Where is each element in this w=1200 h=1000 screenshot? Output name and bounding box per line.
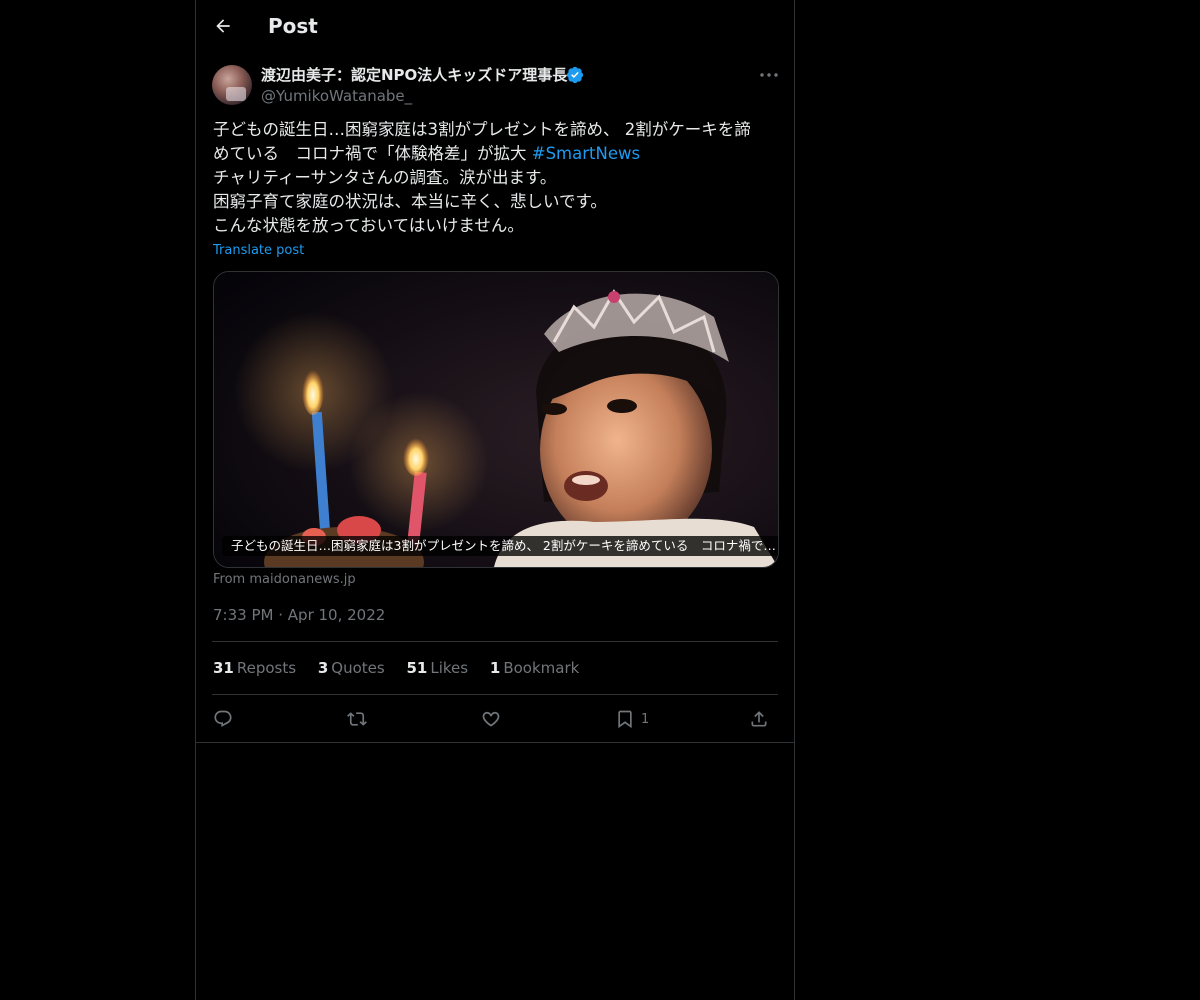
likes-count: 51 xyxy=(406,659,428,677)
quotes-label: Quotes xyxy=(331,659,385,677)
post-text-line: 子どもの誕生日…困窮家庭は3割がプレゼントを諦め、 2割がケーキを諦 xyxy=(213,120,751,139)
likes-label: Likes xyxy=(430,659,469,677)
author-name[interactable]: 渡辺由美子：認定NPO法人キッズドア理事長 xyxy=(261,65,567,85)
link-card[interactable]: 子どもの誕生日…困窮家庭は3割がプレゼントを諦め、 2割がケーキを諦めている コ… xyxy=(213,271,779,568)
share-button[interactable] xyxy=(749,704,769,734)
like-button[interactable] xyxy=(481,704,501,734)
bookmarks-label: Bookmark xyxy=(503,659,580,677)
post-time[interactable]: 7:33 PM xyxy=(213,606,273,624)
bookmarks-count: 1 xyxy=(489,659,501,677)
reply-button[interactable] xyxy=(213,704,233,734)
arrow-left-icon xyxy=(216,19,230,33)
action-bar: 1 xyxy=(212,704,778,734)
divider xyxy=(212,641,778,642)
reposts-count: 31 xyxy=(213,659,234,677)
repost-button[interactable] xyxy=(347,704,367,734)
quotes-stat[interactable]: 3 Quotes xyxy=(318,658,385,678)
card-caption: 子どもの誕生日…困窮家庭は3割がプレゼントを諦め、 2割がケーキを諦めている コ… xyxy=(222,536,778,556)
reposts-label: Reposts xyxy=(236,659,297,677)
engagement-stats: 31 Reposts 3 Quotes 51 Likes 1 Bookmark xyxy=(213,658,596,678)
quotes-count: 3 xyxy=(317,659,329,677)
bookmarks-stat[interactable]: 1 Bookmark xyxy=(490,658,579,678)
reposts-stat[interactable]: 31 Reposts xyxy=(213,658,296,678)
primary-column: Post 渡辺由美子：認定NPO法人キッズドア理事長 @YumikoWatana… xyxy=(195,0,795,1000)
post-text-line: めている コロナ禍で「体験格差」が拡大 #SmartNews xyxy=(213,142,773,166)
divider xyxy=(196,742,794,743)
likes-stat[interactable]: 51 Likes xyxy=(406,658,468,678)
post-date[interactable]: Apr 10, 2022 xyxy=(288,606,386,624)
translate-post-link[interactable]: Translate post xyxy=(213,242,304,260)
heart-icon xyxy=(482,711,500,727)
share-icon xyxy=(751,711,767,727)
more-options-icon[interactable] xyxy=(758,66,780,84)
hashtag-link[interactable]: #SmartNews xyxy=(532,144,640,163)
post-text: 子どもの誕生日…困窮家庭は3割がプレゼントを諦め、 2割がケーキを諦 めている … xyxy=(213,118,773,238)
avatar[interactable] xyxy=(212,65,252,105)
timestamp-separator: · xyxy=(278,606,284,624)
divider xyxy=(212,694,778,695)
card-source[interactable]: From maidonanews.jp xyxy=(213,571,356,589)
post-text-line: チャリティーサンタさんの調査。涙が出ます。 xyxy=(213,168,557,187)
card-photo xyxy=(214,272,778,567)
post-text-segment: めている コロナ禍で「体験格差」が拡大 xyxy=(213,144,532,163)
page-title: Post xyxy=(268,14,318,38)
author-handle[interactable]: @YumikoWatanabe_ xyxy=(261,86,412,106)
post-text-line: 困窮子育て家庭の状況は、本当に辛く、悲しいです。 xyxy=(213,192,607,211)
repost-icon xyxy=(347,712,367,726)
bookmark-button[interactable]: 1 xyxy=(615,704,649,734)
post-timestamp: 7:33 PM · Apr 10, 2022 xyxy=(213,605,385,625)
page-header: Post xyxy=(196,0,794,53)
bookmark-icon xyxy=(618,710,632,729)
bookmark-count: 1 xyxy=(641,711,650,727)
back-button[interactable] xyxy=(210,13,236,39)
verified-badge-icon xyxy=(566,66,584,84)
post-text-line: こんな状態を放っておいてはいけません。 xyxy=(213,216,524,235)
reply-icon xyxy=(214,710,232,727)
